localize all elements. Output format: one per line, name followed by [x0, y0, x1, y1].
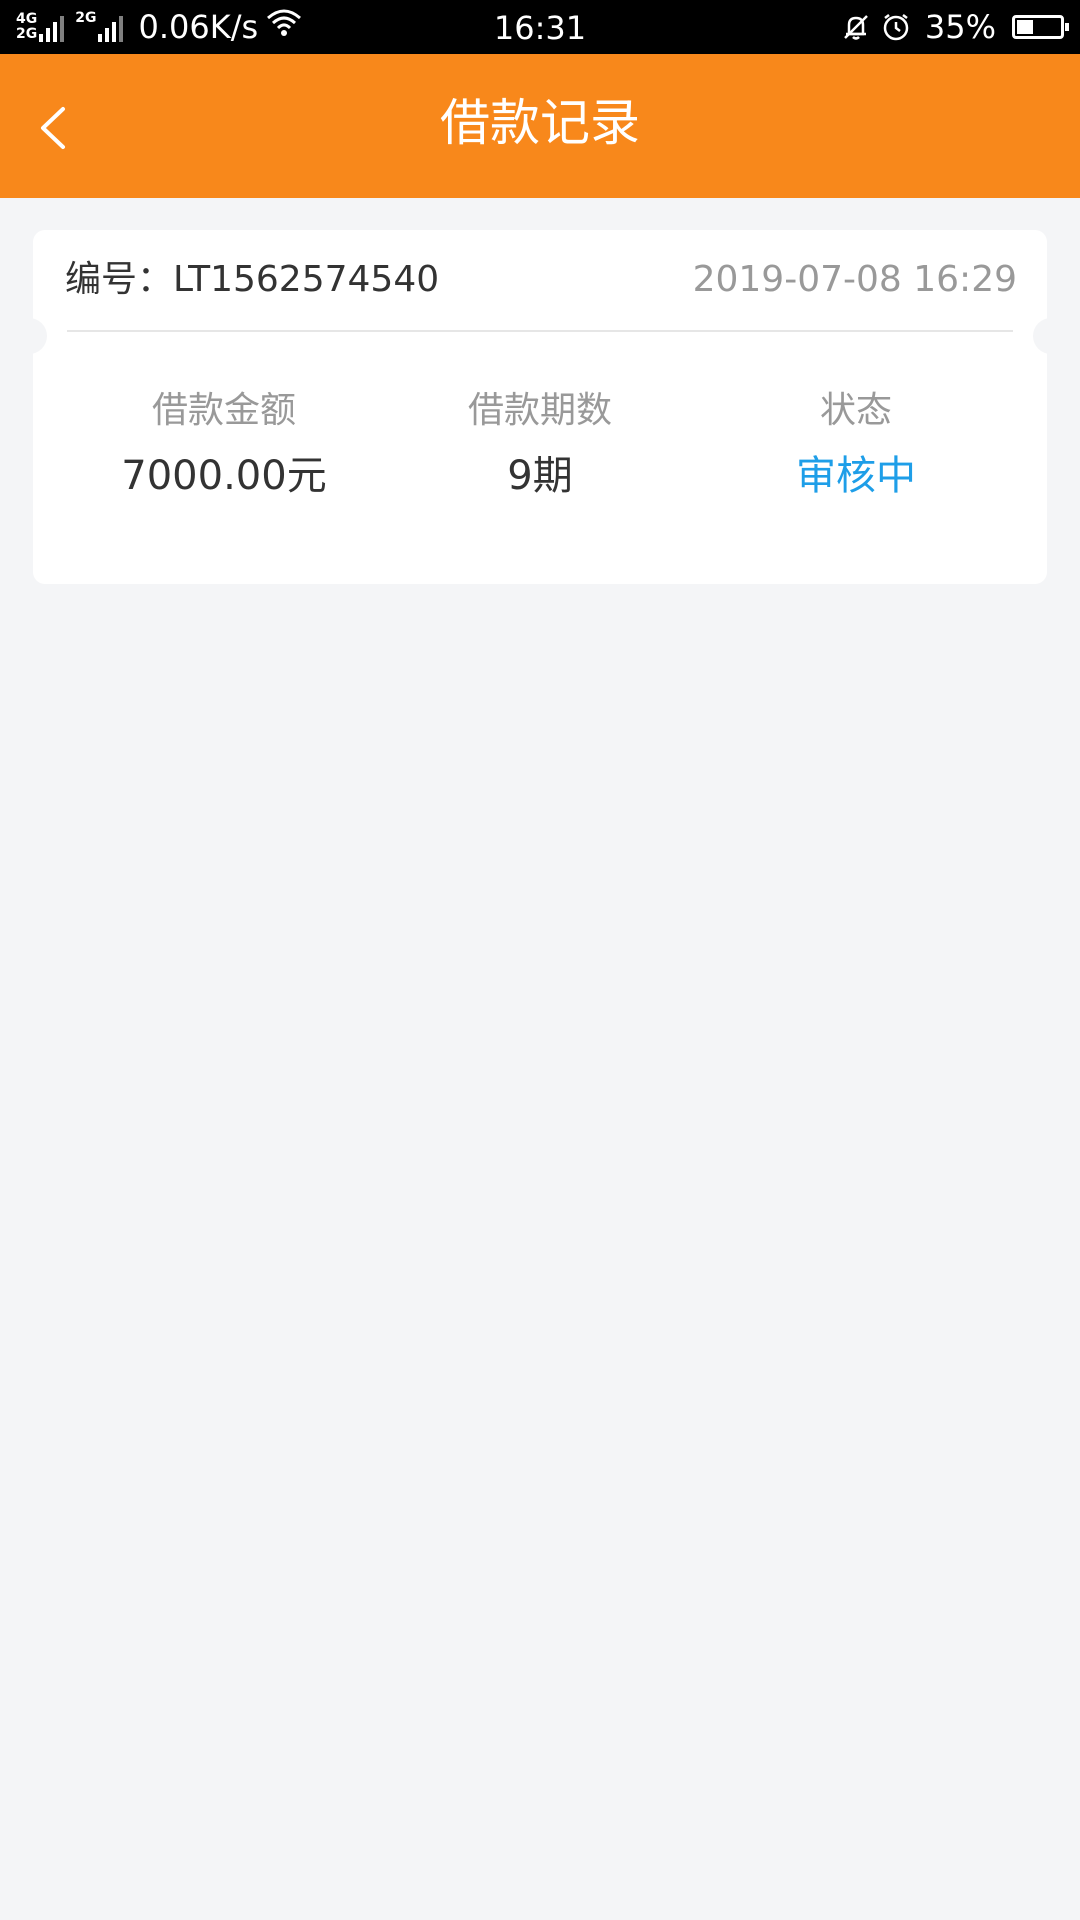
stat-value: 9期 — [507, 453, 573, 499]
alarm-icon — [881, 12, 911, 42]
stat-label: 借款金额 — [151, 390, 296, 431]
battery-icon — [1012, 15, 1069, 39]
stat-label: 借款期数 — [467, 390, 612, 431]
loan-stats: 借款金额 7000.00元 借款期数 9期 状态 审核中 — [33, 384, 1047, 524]
stat-label: 状态 — [819, 390, 892, 431]
loan-record-card[interactable]: 编号：LT1562574540 2019-07-08 16:29 借款金额 70… — [33, 230, 1047, 584]
app-header: 借款记录 — [0, 54, 1080, 198]
battery-percent: 35% — [924, 8, 996, 46]
stat-loan-periods: 借款期数 9期 — [382, 384, 698, 512]
stat-value: 7000.00元 — [121, 453, 327, 499]
status-right: 35% — [831, 0, 1069, 54]
status-bar: 4G 2G 2G 0.06K/s 16:31 35% — [0, 0, 1080, 54]
page-title: 借款记录 — [440, 94, 640, 152]
card-header: 编号：LT1562574540 2019-07-08 16:29 — [33, 230, 1047, 330]
status-value: 审核中 — [796, 453, 916, 499]
stat-loan-amount: 借款金额 7000.00元 — [66, 384, 382, 512]
stat-status: 状态 审核中 — [698, 384, 1014, 512]
record-datetime: 2019-07-08 16:29 — [692, 259, 1017, 300]
divider — [67, 330, 1013, 332]
record-number: 编号：LT1562574540 — [65, 259, 440, 300]
bell-off-icon — [841, 12, 871, 42]
